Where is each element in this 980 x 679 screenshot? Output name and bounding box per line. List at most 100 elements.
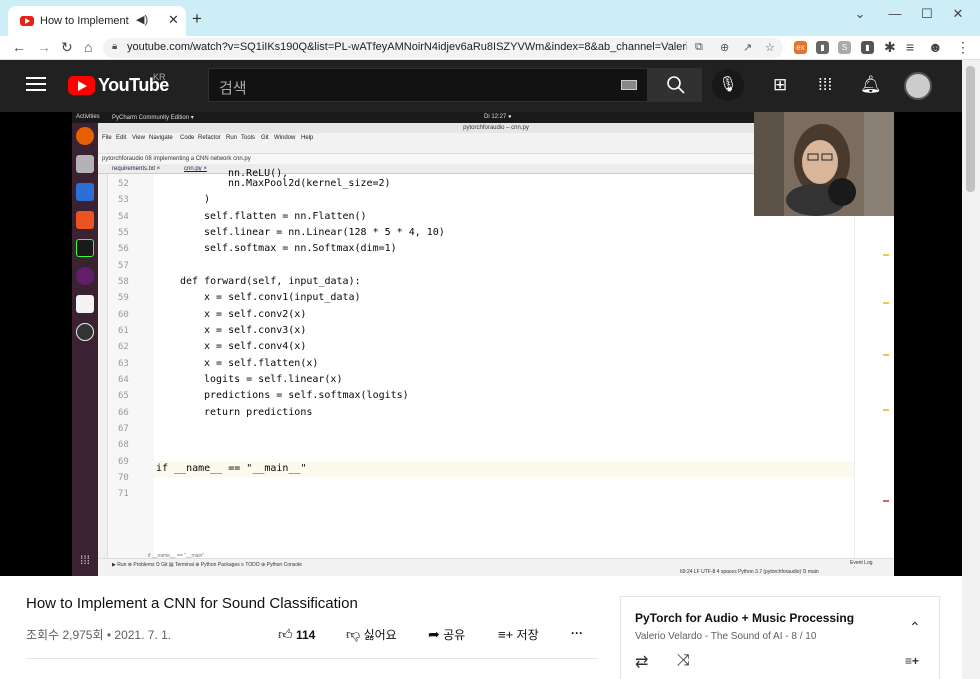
search-input[interactable]: 검색 xyxy=(208,68,648,102)
menu-code: Code xyxy=(180,135,195,141)
search-placeholder: 검색 xyxy=(219,80,247,97)
save-playlist-icon[interactable]: ≡+ xyxy=(905,654,919,668)
loop-icon[interactable]: ⇄ xyxy=(635,652,648,672)
region-code: KR xyxy=(153,72,166,82)
lock-icon[interactable]: 🔒︎ xyxy=(112,41,117,52)
bookmark-star-icon[interactable]: ☆ xyxy=(765,41,775,54)
extensions-puzzle-icon[interactable]: ✱ xyxy=(884,39,896,56)
menu-edit: Edit xyxy=(116,135,127,141)
search-icon xyxy=(667,76,685,94)
avatar[interactable] xyxy=(904,72,932,100)
show-apps-icon: ⁞⁞⁞ xyxy=(79,553,90,567)
shuffle-icon[interactable]: ⤨ xyxy=(677,652,690,670)
video-meta: 조회수 2,975회 • 2021. 7. 1. xyxy=(26,628,172,642)
tool-window-bar: ▶ Run ⊗ Problems ⅁ Git ▤ Terminal ⊕ Pyth… xyxy=(112,562,302,568)
code-line: logits = self.linear(x) xyxy=(204,374,343,385)
code-line: self.linear = nn.Linear(128 * 5 * 4, 10) xyxy=(204,227,445,238)
app-label: PyCharm Community Edition ▾ xyxy=(112,115,194,121)
line-number: 54 xyxy=(118,212,129,222)
page-scrollbar[interactable] xyxy=(962,60,980,679)
divider xyxy=(26,658,598,659)
line-number: 62 xyxy=(118,342,129,352)
software-icon xyxy=(76,211,94,229)
code-line: self.softmax = nn.Softmax(dim=1) xyxy=(204,243,397,254)
extension-icon[interactable]: ▮ xyxy=(816,41,829,54)
extension-icon[interactable]: S xyxy=(838,41,851,54)
code-line: ) xyxy=(204,194,211,205)
error-marker xyxy=(883,500,889,502)
notifications-bell-icon[interactable]: 🔔︎ xyxy=(860,75,882,95)
url-text[interactable]: youtube.com/watch?v=SQ1iIKs190Q&list=PL-… xyxy=(127,41,687,53)
menu-file: File xyxy=(102,135,112,141)
dislike-button[interactable]: 👎︎ 싫어요 xyxy=(346,626,397,643)
like-count: 114 xyxy=(295,628,316,642)
home-icon[interactable]: ⌂ xyxy=(84,39,92,55)
line-number: 68 xyxy=(118,440,129,450)
video-title: How to Implement a CNN for Sound Classif… xyxy=(26,595,358,612)
cast-icon[interactable]: ⧉ xyxy=(695,41,703,54)
reading-list-icon[interactable]: ≡ xyxy=(906,39,914,55)
warning-marker xyxy=(883,302,889,304)
extension-icon[interactable]: ex xyxy=(794,41,807,54)
back-icon[interactable]: ← xyxy=(12,39,26,55)
maximize-button[interactable]: ☐ xyxy=(917,6,937,22)
line-number: 70 xyxy=(118,473,129,483)
like-button[interactable]: 👍︎ 114 xyxy=(278,626,315,643)
apps-grid-icon[interactable]: ⁞⁞⁞ xyxy=(818,75,832,95)
editor-error-stripe xyxy=(854,174,894,558)
presenter-image xyxy=(754,112,894,216)
scrollbar-thumb[interactable] xyxy=(966,66,975,192)
close-window-button[interactable]: ✕ xyxy=(948,6,968,22)
tab-title: How to Implement a CNN f xyxy=(40,15,132,27)
forward-icon[interactable]: → xyxy=(37,39,51,55)
new-tab-button[interactable]: + xyxy=(192,9,202,29)
share-label: 공유 xyxy=(443,628,466,642)
playlist-subtitle[interactable]: Valerio Velardo - The Sound of AI - 8 / … xyxy=(635,631,816,642)
video-player[interactable]: Activities PyCharm Community Edition ▾ D… xyxy=(0,112,962,576)
menu-help: Help xyxy=(301,135,314,141)
share-button[interactable]: ➦ 공유 xyxy=(428,626,465,643)
line-number: 66 xyxy=(118,408,129,418)
pycharm-statusbar: if __name__ == "__main" ▶ Run ⊗ Problems… xyxy=(98,553,894,576)
warning-marker xyxy=(883,409,889,411)
create-video-icon[interactable]: ⊞ xyxy=(773,75,787,95)
menu-run: Run xyxy=(226,135,238,141)
webcam-overlay xyxy=(754,112,894,216)
tab-close-icon[interactable]: ✕ xyxy=(168,12,179,28)
menu-window: Window xyxy=(274,135,296,141)
tab-search-icon[interactable]: ⌄ xyxy=(850,6,870,22)
youtube-logo-icon[interactable] xyxy=(68,76,95,95)
save-label: 저장 xyxy=(516,628,539,642)
playlist-panel: PyTorch for Audio + Music Processing Val… xyxy=(620,596,940,679)
collapse-chevron-icon[interactable]: ⌃ xyxy=(909,619,921,636)
keyboard-icon[interactable] xyxy=(621,80,637,90)
playlist-title[interactable]: PyTorch for Audio + Music Processing xyxy=(635,611,854,625)
hamburger-menu-icon[interactable] xyxy=(26,77,46,91)
browser-tab[interactable]: How to Implement a CNN f ◀) ✕ xyxy=(8,6,186,36)
browser-tab-strip: How to Implement a CNN f ◀) ✕ + ⌄ — ☐ ✕ xyxy=(0,0,980,36)
more-actions-button[interactable]: ··· xyxy=(571,626,583,640)
share-page-icon[interactable]: ↗ xyxy=(743,41,752,54)
speaker-icon[interactable]: ◀) xyxy=(136,13,148,26)
line-number: 71 xyxy=(118,489,129,499)
search-button[interactable] xyxy=(648,68,702,102)
line-gutter: 52 53 54 55 56 57 58 59 60 61 62 63 64 6… xyxy=(108,174,154,558)
extension-icon[interactable]: ▮ xyxy=(861,41,874,54)
profile-icon[interactable]: ☻ xyxy=(928,39,943,55)
zoom-icon[interactable]: ⊕ xyxy=(720,41,729,54)
line-number: 53 xyxy=(118,195,129,205)
firefox-icon xyxy=(76,127,94,145)
omnibox[interactable]: 🔒︎ youtube.com/watch?v=SQ1iIKs190Q&list=… xyxy=(103,38,783,58)
status-hint: if __name__ == "__main" xyxy=(148,553,205,559)
code-line: predictions = self.softmax(logits) xyxy=(204,390,409,401)
code-line: x = self.conv4(x) xyxy=(204,341,307,352)
warning-marker xyxy=(883,354,889,356)
line-number: 67 xyxy=(118,424,129,434)
save-button[interactable]: ≡+ 저장 xyxy=(498,626,539,643)
browser-menu-icon[interactable]: ⋮ xyxy=(956,39,970,56)
obs-icon xyxy=(76,323,94,341)
minimize-button[interactable]: — xyxy=(885,6,905,21)
breadcrumb-text: pytorchforaudio 08 implementing a CNN ne… xyxy=(102,156,251,162)
reload-icon[interactable]: ↻ xyxy=(61,39,73,56)
microphone-icon[interactable]: 🎙︎ xyxy=(712,69,744,101)
